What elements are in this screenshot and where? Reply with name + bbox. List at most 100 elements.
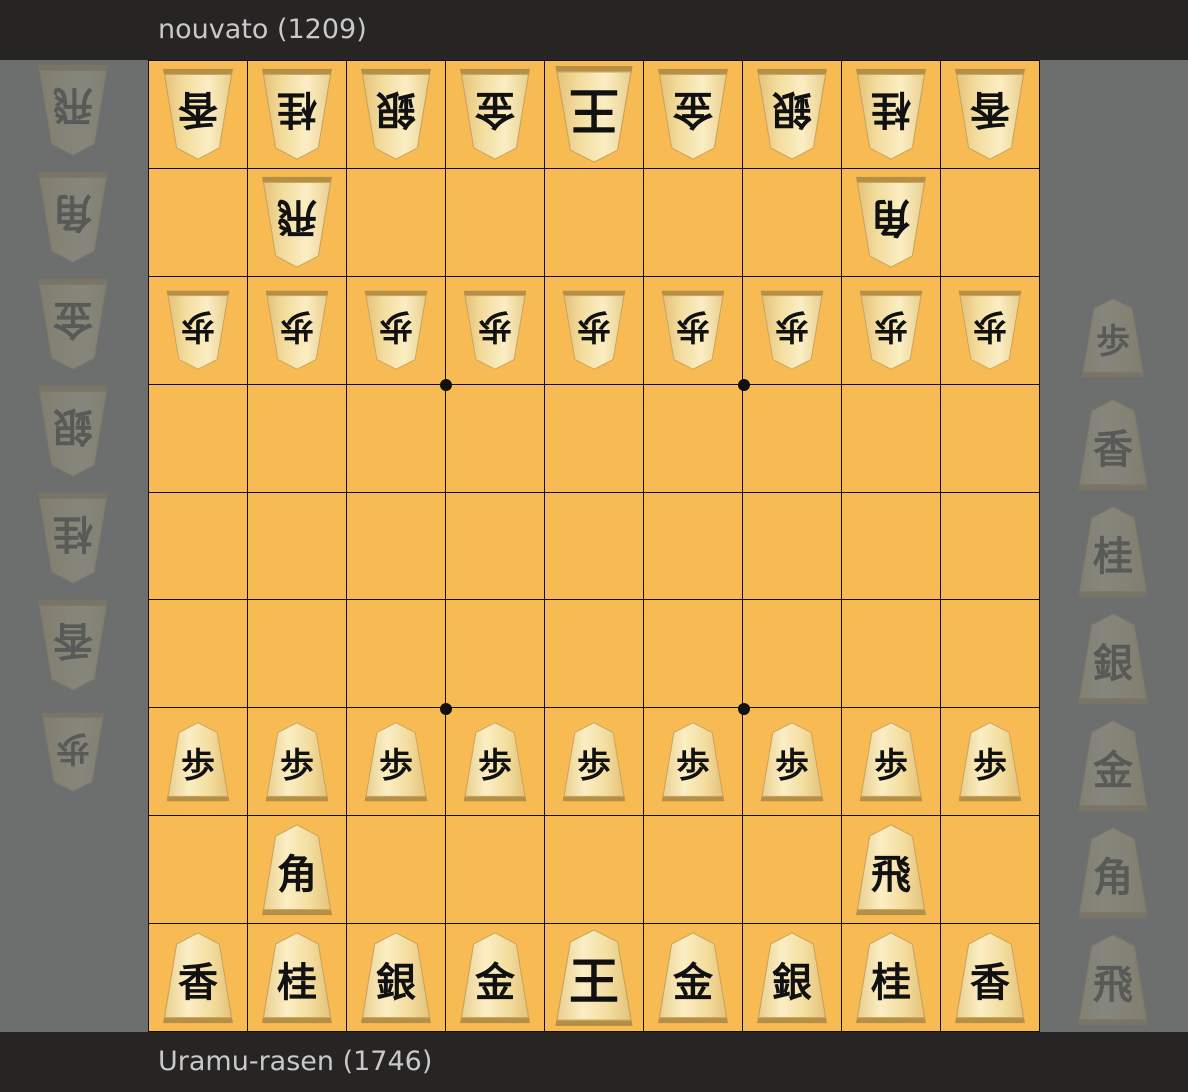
sente-pawn-piece[interactable]: 歩 (956, 722, 1024, 802)
hand-slot[interactable]: 香 (22, 595, 124, 695)
gote-gold-piece[interactable]: 金 (655, 68, 731, 161)
sente-king-piece[interactable]: 王 (552, 928, 636, 1027)
hand-slot[interactable]: 歩 (1062, 288, 1164, 388)
board-square[interactable]: 桂 (842, 61, 941, 169)
hand-slot[interactable]: 角 (1062, 823, 1164, 923)
board-square[interactable] (545, 492, 644, 601)
board-square[interactable] (743, 492, 842, 601)
board-square[interactable]: 歩 (644, 708, 743, 817)
hand-slot[interactable]: 銀 (22, 381, 124, 481)
gote-rook-piece[interactable]: 飛 (35, 64, 111, 156)
board-square[interactable]: 歩 (644, 276, 743, 385)
board-square[interactable]: 香 (941, 61, 1040, 169)
board-square[interactable]: 歩 (545, 276, 644, 385)
board-square[interactable]: 金 (446, 61, 545, 169)
shogi-board[interactable]: 香桂銀金王金銀桂香飛角歩歩歩歩歩歩歩歩歩歩歩歩歩歩歩歩歩歩角飛香桂銀金王金銀桂香 (148, 60, 1040, 1032)
gote-pawn-piece[interactable]: 歩 (263, 290, 331, 370)
sente-pawn-piece[interactable]: 歩 (758, 722, 826, 802)
board-square[interactable]: 歩 (842, 276, 941, 385)
gote-pawn-piece[interactable]: 歩 (164, 290, 232, 370)
board-square[interactable]: 銀 (347, 61, 446, 169)
board-square[interactable]: 歩 (446, 708, 545, 817)
board-square[interactable] (347, 384, 446, 493)
board-square[interactable] (941, 492, 1040, 601)
board-square[interactable] (248, 492, 347, 601)
board-square[interactable]: 香 (149, 924, 248, 1032)
board-square[interactable] (941, 384, 1040, 493)
sente-gold-piece[interactable]: 金 (655, 931, 731, 1024)
board-square[interactable]: 銀 (347, 924, 446, 1032)
hand-slot[interactable]: 金 (1062, 716, 1164, 816)
board-square[interactable]: 王 (545, 61, 644, 169)
hand-slot[interactable]: 銀 (1062, 609, 1164, 709)
hand-slot[interactable]: 桂 (1062, 502, 1164, 602)
board-square[interactable] (644, 600, 743, 709)
board-square[interactable]: 歩 (149, 708, 248, 817)
board-square[interactable] (842, 384, 941, 493)
sente-rook-piece[interactable]: 飛 (853, 823, 929, 916)
gote-silver-piece[interactable]: 銀 (358, 68, 434, 161)
board-square[interactable]: 桂 (842, 924, 941, 1032)
sente-pawn-piece[interactable]: 歩 (857, 722, 925, 802)
board-square[interactable]: 歩 (446, 276, 545, 385)
sente-pawn-piece[interactable]: 歩 (461, 722, 529, 802)
board-square[interactable] (347, 600, 446, 709)
gote-silver-piece[interactable]: 銀 (754, 68, 830, 161)
board-square[interactable]: 香 (149, 61, 248, 169)
board-square[interactable] (644, 492, 743, 601)
board-square[interactable]: 歩 (743, 708, 842, 817)
board-square[interactable] (644, 168, 743, 277)
board-square[interactable] (842, 600, 941, 709)
gote-gold-piece[interactable]: 金 (35, 278, 111, 370)
sente-lance-piece[interactable]: 香 (1075, 399, 1151, 491)
gote-pawn-piece[interactable]: 歩 (560, 290, 628, 370)
gote-silver-piece[interactable]: 銀 (35, 385, 111, 477)
board-square[interactable] (743, 816, 842, 925)
board-square[interactable]: 王 (545, 924, 644, 1032)
hand-slot[interactable]: 香 (1062, 395, 1164, 495)
gote-pawn-piece[interactable]: 歩 (461, 290, 529, 370)
board-square[interactable]: 金 (644, 924, 743, 1032)
sente-silver-piece[interactable]: 銀 (754, 931, 830, 1024)
board-square[interactable] (446, 600, 545, 709)
board-square[interactable]: 歩 (941, 276, 1040, 385)
hand-slot[interactable]: 桂 (22, 488, 124, 588)
board-square[interactable]: 飛 (248, 168, 347, 277)
board-square[interactable] (545, 384, 644, 493)
sente-bishop-piece[interactable]: 角 (1075, 827, 1151, 919)
board-square[interactable]: 歩 (545, 708, 644, 817)
sente-silver-piece[interactable]: 銀 (1075, 613, 1151, 705)
board-square[interactable] (743, 384, 842, 493)
board-square[interactable]: 桂 (248, 924, 347, 1032)
board-square[interactable]: 金 (644, 61, 743, 169)
board-square[interactable] (248, 384, 347, 493)
gote-knight-piece[interactable]: 桂 (35, 492, 111, 584)
board-square[interactable] (743, 168, 842, 277)
board-square[interactable] (842, 492, 941, 601)
board-square[interactable] (941, 600, 1040, 709)
gote-pawn-piece[interactable]: 歩 (857, 290, 925, 370)
board-square[interactable]: 銀 (743, 924, 842, 1032)
board-square[interactable] (545, 816, 644, 925)
gote-knight-piece[interactable]: 桂 (259, 68, 335, 161)
hand-slot[interactable]: 飛 (1062, 930, 1164, 1030)
sente-knight-piece[interactable]: 桂 (853, 931, 929, 1024)
sente-lance-piece[interactable]: 香 (952, 931, 1028, 1024)
board-square[interactable] (149, 816, 248, 925)
board-square[interactable] (446, 384, 545, 493)
board-square[interactable] (941, 816, 1040, 925)
board-square[interactable] (149, 492, 248, 601)
hand-slot[interactable]: 歩 (22, 702, 124, 802)
board-square[interactable] (446, 492, 545, 601)
board-square[interactable] (347, 168, 446, 277)
hand-slot[interactable]: 金 (22, 274, 124, 374)
board-square[interactable] (941, 168, 1040, 277)
board-square[interactable]: 歩 (347, 708, 446, 817)
board-square[interactable] (644, 384, 743, 493)
gote-bishop-piece[interactable]: 角 (35, 171, 111, 263)
gote-pawn-piece[interactable]: 歩 (956, 290, 1024, 370)
gote-pawn-piece[interactable]: 歩 (758, 290, 826, 370)
sente-rook-piece[interactable]: 飛 (1075, 934, 1151, 1026)
board-square[interactable]: 歩 (149, 276, 248, 385)
board-square[interactable]: 歩 (347, 276, 446, 385)
